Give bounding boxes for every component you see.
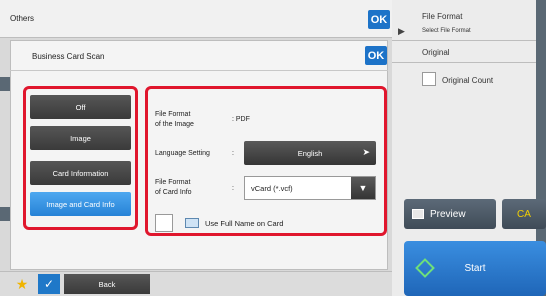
dialog-title: Business Card Scan [32,52,105,61]
card-format-value: vCard (*.vcf) [251,183,293,193]
mode-image-and-card-info-button[interactable]: Image and Card Info [30,192,131,216]
file-format-image-label: File Format [155,111,191,118]
original-count-label: Original Count [442,76,494,85]
file-format-image-value: : PDF [232,116,250,123]
original-count-checkbox[interactable] [422,72,436,86]
chevron-down-icon: ▼ [351,177,375,199]
others-header [0,0,392,38]
dialog-ok-button[interactable]: OK [365,46,387,65]
left-tab[interactable] [0,77,10,91]
preview-label: Preview [430,208,466,220]
card-format-select[interactable]: vCard (*.vcf) ▼ [244,176,376,200]
mode-off-button[interactable]: Off [30,95,131,119]
use-full-name-checkbox[interactable] [155,214,173,232]
left-tab[interactable] [0,207,10,221]
mode-image-button[interactable]: Image [30,126,131,150]
divider [392,62,546,63]
file-format-subtitle: Select File Format [422,28,471,34]
mode-card-information-button[interactable]: Card Information [30,161,131,185]
colon: : [232,150,234,157]
play-icon[interactable]: ▶ [398,26,406,36]
star-icon[interactable]: ★ [12,276,32,294]
language-setting-label: Language Setting [155,150,210,157]
arrow-right-icon: ➤ [362,147,370,157]
start-button[interactable]: Start [404,241,546,296]
file-format-title[interactable]: File Format [422,12,462,21]
ca-button[interactable]: CA [502,199,546,229]
others-title: Others [10,14,35,23]
preview-icon [412,209,424,219]
language-button[interactable]: English ➤ [244,141,376,165]
language-value: English [297,148,323,158]
divider [392,40,546,41]
file-format-card-label-2: of Card Info [155,189,192,196]
use-full-name-label: Use Full Name on Card [205,219,284,228]
back-button[interactable]: Back [64,274,150,294]
colon: : [232,185,234,192]
original-label[interactable]: Original [422,48,450,57]
file-format-image-label-2: of the Image [155,121,194,128]
start-label: Start [464,263,486,274]
start-icon [415,258,435,278]
check-icon[interactable]: ✓ [38,274,60,294]
file-format-card-label: File Format [155,179,191,186]
preview-button[interactable]: Preview [404,199,496,229]
others-ok-button[interactable]: OK [368,10,390,29]
business-card-icon [185,218,199,228]
divider [10,70,388,71]
